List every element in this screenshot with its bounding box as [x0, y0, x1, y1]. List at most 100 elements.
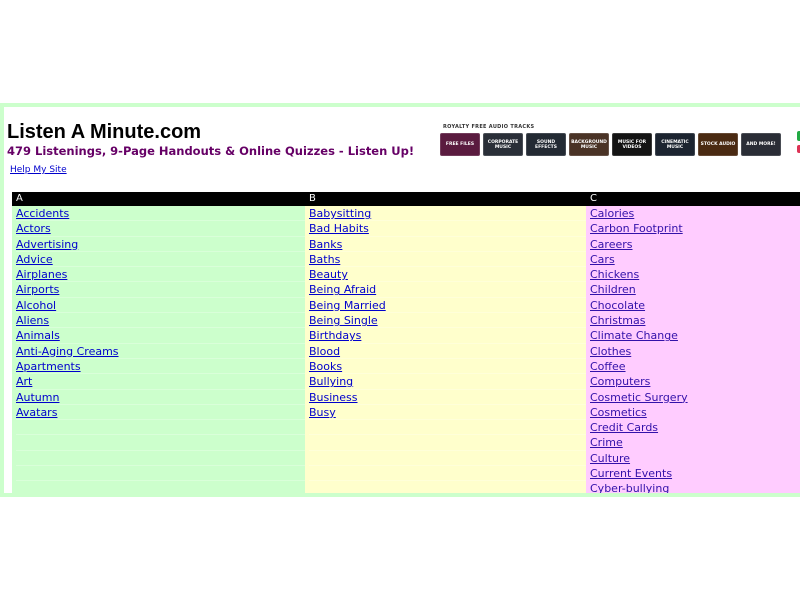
list-item: Aliens [16, 313, 305, 329]
column-a: A Accidents Actors Advertising Advice Airpla… [12, 192, 305, 493]
topic-link[interactable]: Animals [16, 329, 60, 342]
topic-link[interactable]: Culture [590, 452, 630, 465]
list-item: Bad Habits [309, 221, 586, 237]
list-item: Children [590, 282, 800, 297]
list-item [16, 435, 305, 451]
topic-link[interactable]: Cars [590, 253, 615, 266]
topic-link[interactable]: Banks [309, 238, 342, 251]
banner-tiles: FREE FILES CORPORATE MUSIC SOUND EFFECTS BA… [440, 133, 781, 156]
topic-link[interactable]: Cosmetic Surgery [590, 391, 688, 404]
list-item: Credit Cards [590, 420, 800, 435]
list-item: Babysitting [309, 206, 586, 222]
topic-link[interactable]: Credit Cards [590, 421, 658, 434]
topic-link[interactable]: Busy [309, 406, 336, 419]
banner-tile[interactable]: STOCK AUDIO [698, 133, 738, 156]
topic-link[interactable]: Baths [309, 253, 340, 266]
topic-link[interactable]: Careers [590, 238, 633, 251]
topic-link[interactable]: Books [309, 360, 342, 373]
topic-link[interactable]: Clothes [590, 345, 631, 358]
topic-link[interactable]: Christmas [590, 314, 645, 327]
topic-link[interactable]: Airplanes [16, 268, 67, 281]
topic-link[interactable]: Being Single [309, 314, 378, 327]
topic-link[interactable]: Alcohol [16, 299, 56, 312]
topic-link[interactable]: Being Afraid [309, 283, 376, 296]
list-item: Current Events [590, 466, 800, 481]
list-item: Coffee [590, 359, 800, 374]
banner-tile[interactable]: AND MORE! [741, 133, 781, 156]
list-item: Alcohol [16, 298, 305, 314]
topic-link[interactable]: Blood [309, 345, 340, 358]
banner-tile[interactable]: BACKGROUND MUSIC [569, 133, 609, 156]
topic-link[interactable]: Chocolate [590, 299, 645, 312]
list-item: Books [309, 359, 586, 375]
list-item: Busy [309, 405, 586, 421]
list-item: Cyber-bullying [590, 481, 800, 493]
topic-link[interactable]: Children [590, 283, 636, 296]
topic-link[interactable]: Apartments [16, 360, 81, 373]
site-subtitle: 479 Listenings, 9-Page Handouts & Online… [7, 144, 415, 158]
list-item: Apartments [16, 359, 305, 375]
site-title[interactable]: Listen A Minute.com [7, 121, 201, 144]
banner-tile[interactable]: MUSIC FOR VIDEOS [612, 133, 652, 156]
list-item [309, 420, 586, 436]
list-item: Cars [590, 252, 800, 267]
list-item: Being Afraid [309, 282, 586, 298]
column-b-header: B [305, 192, 586, 206]
column-c: C Calories Carbon Footprint Careers Cars Chi… [586, 192, 800, 493]
topic-link[interactable]: Aliens [16, 314, 49, 327]
topic-link[interactable]: Autumn [16, 391, 59, 404]
list-item [16, 451, 305, 467]
topic-link[interactable]: Calories [590, 207, 634, 220]
topic-link[interactable]: Business [309, 391, 358, 404]
list-item: Business [309, 390, 586, 405]
topic-link[interactable]: Accidents [16, 207, 69, 220]
topic-link[interactable]: Crime [590, 436, 623, 449]
banner-tile[interactable]: CORPORATE MUSIC [483, 133, 523, 156]
topic-link[interactable]: Bullying [309, 375, 353, 388]
topic-link[interactable]: Art [16, 375, 32, 388]
list-item: Accidents [16, 206, 305, 222]
banner-tile[interactable]: CINEMATIC MUSIC [655, 133, 695, 156]
list-item: Art [16, 374, 305, 390]
list-item [309, 451, 586, 467]
topic-link[interactable]: Advice [16, 253, 53, 266]
topic-link[interactable]: Anti-Aging Creams [16, 345, 119, 358]
topic-link[interactable]: Airports [16, 283, 59, 296]
topic-link[interactable]: Chickens [590, 268, 639, 281]
topic-link[interactable]: Carbon Footprint [590, 222, 683, 235]
topic-link[interactable]: Cosmetics [590, 406, 647, 419]
topic-columns: A Accidents Actors Advertising Advice Airpla… [8, 192, 800, 493]
banner-tile[interactable]: SOUND EFFECTS [526, 133, 566, 156]
banner-tile[interactable]: FREE FILES [440, 133, 480, 156]
list-item: Avatars [16, 405, 305, 421]
topic-link[interactable]: Current Events [590, 467, 672, 480]
list-item: Blood [309, 344, 586, 359]
topic-link[interactable]: Advertising [16, 238, 78, 251]
list-item: Being Single [309, 313, 586, 329]
list-item: Chickens [590, 267, 800, 282]
topic-link[interactable]: Beauty [309, 268, 348, 281]
topic-link[interactable]: Bad Habits [309, 222, 369, 235]
help-my-site-link[interactable]: Help My Site [10, 165, 67, 175]
topic-link[interactable]: Coffee [590, 360, 626, 373]
list-item: Beauty [309, 267, 586, 283]
topic-link[interactable]: Being Married [309, 299, 386, 312]
topic-link[interactable]: Birthdays [309, 329, 361, 342]
topic-link[interactable]: Climate Change [590, 329, 678, 342]
topic-link[interactable]: Actors [16, 222, 51, 235]
list-item [16, 466, 305, 482]
list-item: Computers [590, 374, 800, 389]
list-item: Carbon Footprint [590, 221, 800, 236]
topic-link[interactable]: Avatars [16, 406, 57, 419]
list-item [16, 420, 305, 436]
banner-caption: ROYALTY FREE AUDIO TRACKS [443, 124, 535, 130]
list-item: Baths [309, 252, 586, 268]
topic-link[interactable]: Computers [590, 375, 650, 388]
topic-link[interactable]: Babysitting [309, 207, 371, 220]
topic-link[interactable]: Cyber-bullying [590, 482, 669, 493]
column-a-list: Accidents Actors Advertising Advice Airplane… [12, 206, 305, 493]
list-item: Climate Change [590, 328, 800, 343]
list-item: Being Married [309, 298, 586, 314]
list-item: Crime [590, 435, 800, 450]
list-item [309, 466, 586, 482]
